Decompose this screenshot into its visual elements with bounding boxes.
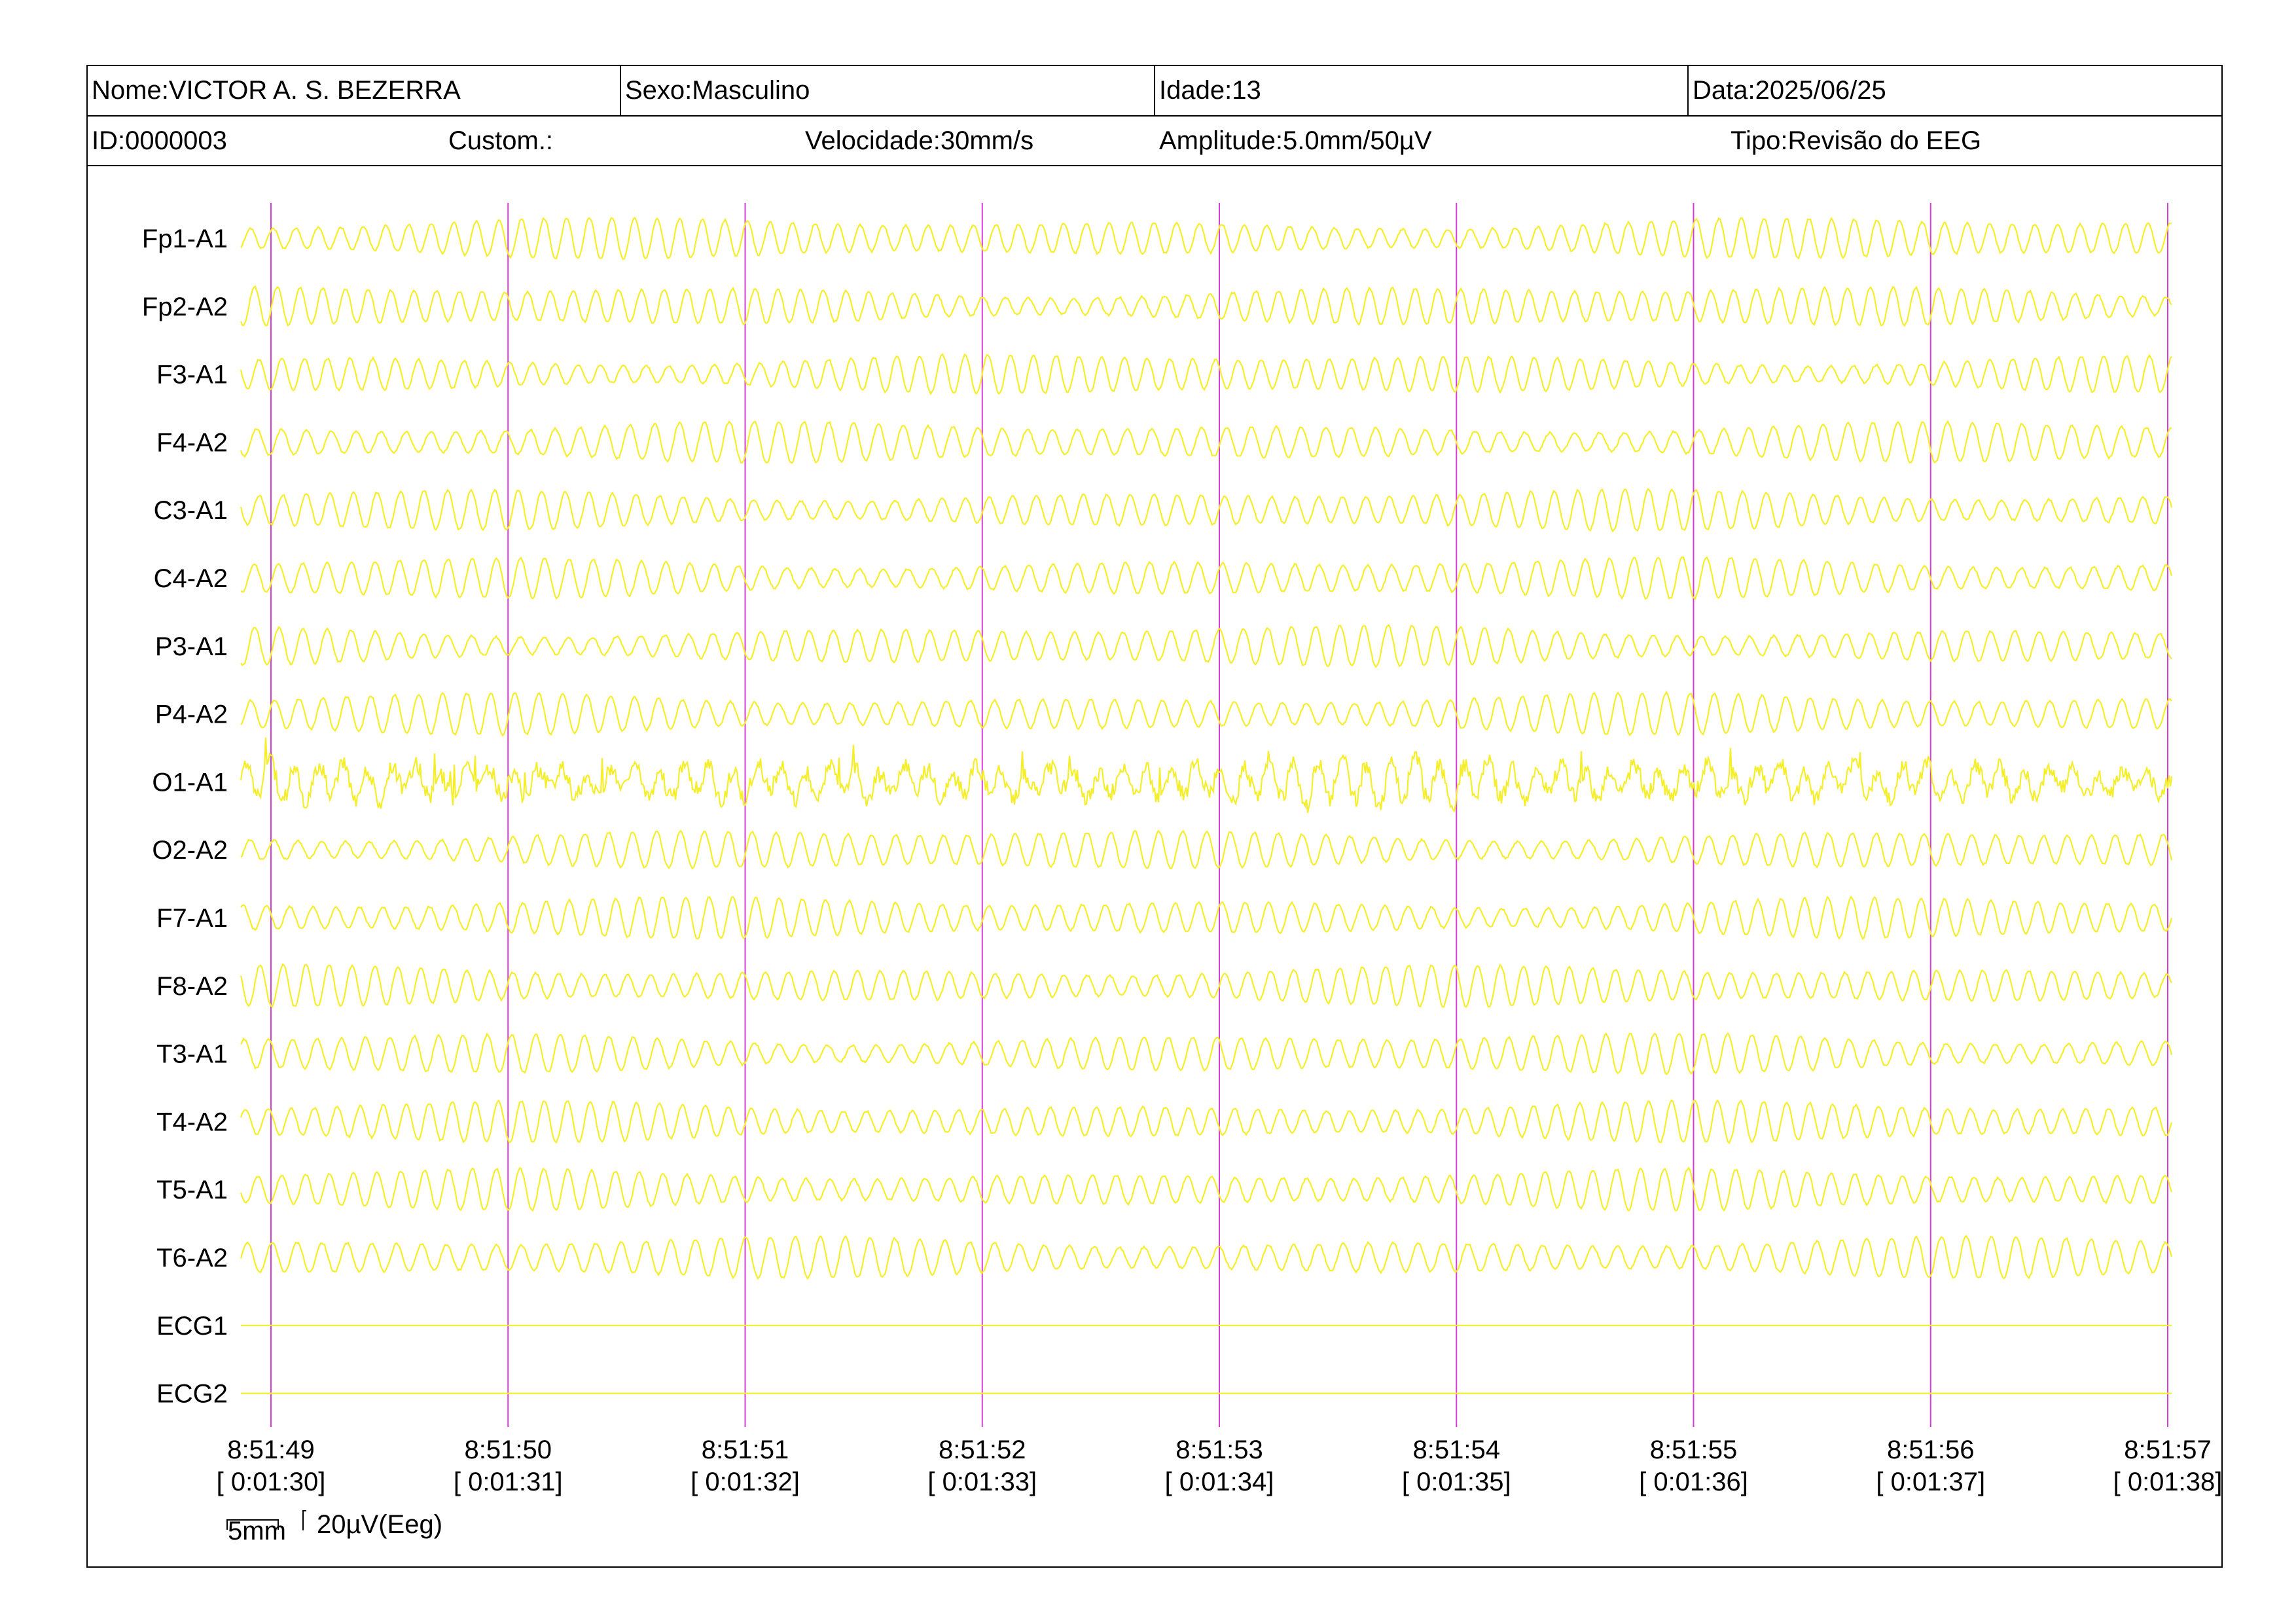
- time-tick-clock: 8:51:55: [1650, 1435, 1737, 1464]
- channel-label: F3-A1: [156, 361, 228, 389]
- time-tick-clock: 8:51:54: [1413, 1435, 1500, 1464]
- channel-trace: [240, 488, 2173, 533]
- scale-bar-amp-label: 20µV(Eeg): [317, 1510, 442, 1539]
- channel-label: Fp2-A2: [142, 293, 228, 321]
- channel-label: O2-A2: [152, 836, 228, 865]
- channel-label: P4-A2: [155, 700, 228, 729]
- channel-trace: [240, 737, 2173, 813]
- time-tick-elapsed: [ 0:01:37]: [1876, 1468, 1985, 1496]
- channel-trace: [240, 691, 2172, 737]
- channel-label: ECG2: [156, 1380, 228, 1409]
- channel-label: P3-A1: [155, 632, 228, 661]
- time-tick-elapsed: [ 0:01:30]: [217, 1468, 326, 1496]
- time-tick-elapsed: [ 0:01:32]: [691, 1468, 800, 1496]
- channel-trace: [240, 420, 2172, 464]
- channel-label: T6-A2: [156, 1244, 228, 1272]
- time-tick-clock: 8:51:57: [2124, 1435, 2211, 1464]
- channel-label: F8-A2: [156, 972, 228, 1001]
- channel-label: T5-A1: [156, 1176, 228, 1204]
- time-tick-elapsed: [ 0:01:34]: [1165, 1468, 1274, 1496]
- time-tick-elapsed: [ 0:01:33]: [927, 1468, 1037, 1496]
- channel-label: F4-A2: [156, 428, 228, 457]
- channel-trace: [240, 624, 2172, 668]
- channel-label: F7-A1: [156, 904, 228, 933]
- time-tick-elapsed: [ 0:01:31]: [454, 1468, 563, 1496]
- eeg-traces: [240, 217, 2173, 1394]
- channel-label: ECG1: [156, 1312, 228, 1341]
- channel-trace: [240, 217, 2172, 261]
- time-tick-clock: 8:51:50: [465, 1435, 552, 1464]
- channel-label: C4-A2: [154, 564, 228, 593]
- channel-trace: [240, 556, 2173, 600]
- channel-trace: [240, 353, 2172, 395]
- channel-label: T4-A2: [156, 1108, 228, 1136]
- channel-trace: [240, 895, 2173, 940]
- channel-trace: [240, 1235, 2173, 1280]
- scale-bar-amp-bracket: [302, 1510, 306, 1530]
- time-tick-clock: 8:51:53: [1175, 1435, 1263, 1464]
- time-axis: 8:51:49 [ 0:01:30] 8:51:50 [ 0:01:31] 8:51:5…: [217, 1435, 2223, 1496]
- time-tick-elapsed: [ 0:01:36]: [1639, 1468, 1748, 1496]
- channel-labels: Fp1-A1 Fp2-A2 F3-A1 F4-A2 C3-A1 C4-A2 P3-A1 P4-…: [142, 225, 228, 1409]
- channel-label: Fp1-A1: [142, 225, 228, 253]
- time-tick-clock: 8:51:51: [702, 1435, 789, 1464]
- time-tick-clock: 8:51:49: [227, 1435, 314, 1464]
- scale-bar-time-label: 5mm: [228, 1517, 286, 1545]
- channel-label: C3-A1: [154, 496, 228, 525]
- time-tick-clock: 8:51:56: [1887, 1435, 1974, 1464]
- channel-trace: [240, 1099, 2173, 1144]
- channel-trace: [240, 1032, 2173, 1075]
- channel-trace: [240, 829, 2173, 870]
- channel-trace: [240, 285, 2172, 327]
- channel-label: T3-A1: [156, 1040, 228, 1069]
- channel-label: O1-A1: [152, 768, 228, 797]
- eeg-chart: Fp1-A1 Fp2-A2 F3-A1 F4-A2 C3-A1 C4-A2 P3-A1 P4-…: [142, 203, 2223, 1545]
- second-markers: [270, 203, 2168, 1427]
- time-tick-elapsed: [ 0:01:38]: [2113, 1468, 2223, 1496]
- channel-trace: [240, 963, 2172, 1008]
- scale-bar: 5mm 20µV(Eeg): [226, 1510, 442, 1545]
- time-tick-clock: 8:51:52: [939, 1435, 1026, 1464]
- time-tick-elapsed: [ 0:01:35]: [1402, 1468, 1511, 1496]
- channel-trace: [240, 1166, 2173, 1212]
